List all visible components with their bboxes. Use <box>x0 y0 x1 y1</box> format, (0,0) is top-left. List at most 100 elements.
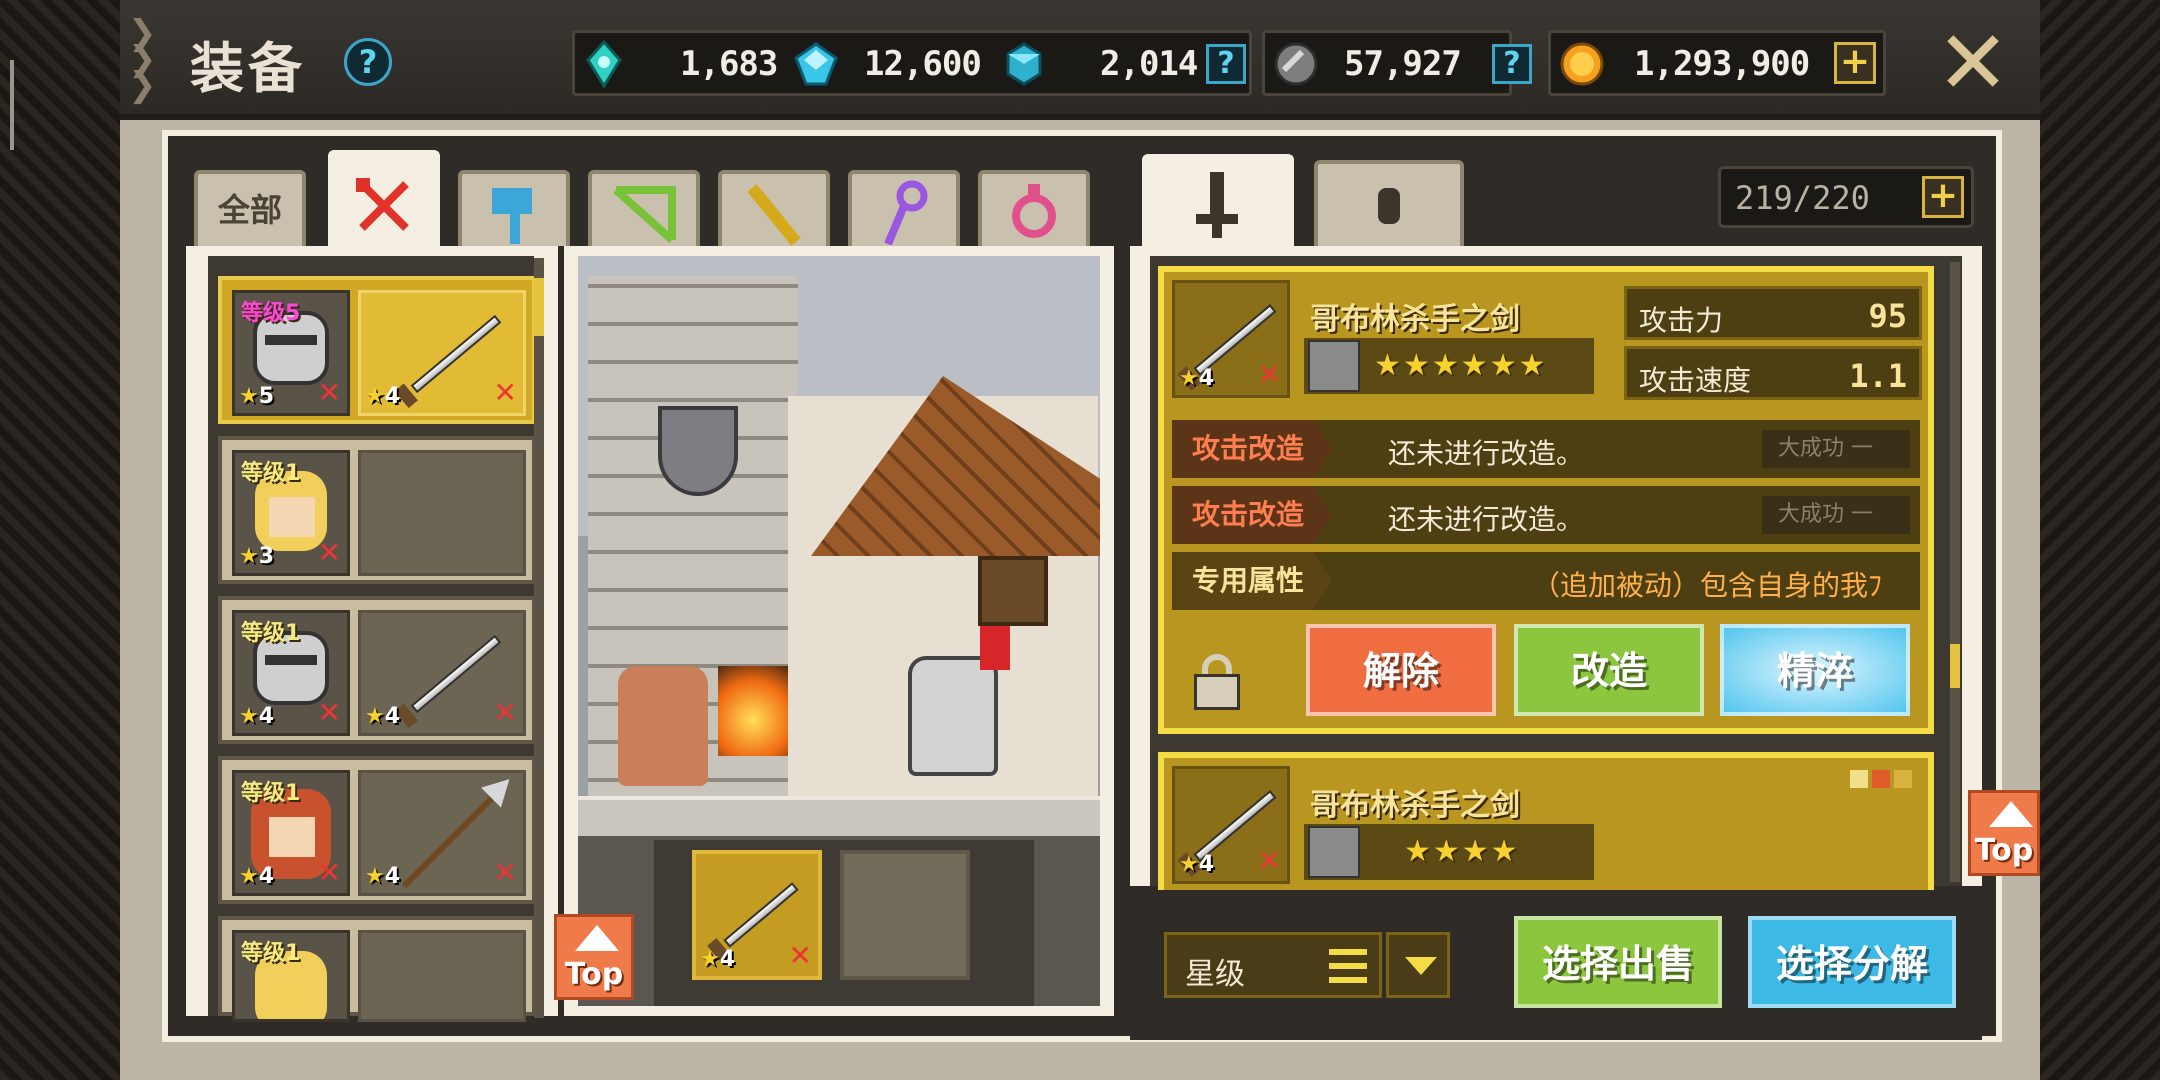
amulet-icon <box>1012 184 1056 238</box>
tab-staff[interactable] <box>848 170 960 246</box>
gauntlet-icon <box>1378 188 1400 224</box>
item-owner: ★★★★★★ <box>1304 338 1594 394</box>
tab-accessory[interactable] <box>1314 160 1464 248</box>
exclusive-attr-text: （追加被动）包含自身的我ﾌ <box>1532 569 1883 602</box>
item-list-scroll-thumb[interactable] <box>1950 644 1960 688</box>
tab-all[interactable]: 全部 <box>194 170 306 246</box>
hero-row[interactable]: 等级5 ★5 ✕ ★4 ✕ <box>218 276 536 424</box>
sword-class-icon: ✕ <box>317 856 341 889</box>
sort-dropdown[interactable]: 星级 <box>1164 932 1382 998</box>
sword-class-icon: ✕ <box>1257 844 1281 877</box>
hammer-icon <box>492 188 532 244</box>
exclusive-attr-label: 专用属性 <box>1172 552 1332 610</box>
exclusive-attr-row[interactable]: 专用属性 （追加被动）包含自身的我ﾌ <box>1172 552 1920 610</box>
item-stars: ★4 <box>1179 852 1215 877</box>
expand-capacity-button[interactable]: + <box>1922 176 1964 218</box>
sword-icon <box>723 882 799 948</box>
refine-button[interactable]: 精淬 <box>1720 624 1910 716</box>
scroll-top-button-right[interactable]: Top <box>1968 790 2040 876</box>
stat-attack-speed: 攻击速度 1.1 <box>1624 346 1922 400</box>
sword-icon <box>410 314 502 394</box>
select-dismantle-button[interactable]: 选择分解 <box>1748 916 1956 1008</box>
sort-label: 星级 <box>1185 957 1245 992</box>
release-button[interactable]: 解除 <box>1306 624 1496 716</box>
scroll-top-label: Top <box>1974 833 2034 868</box>
tab-hammer[interactable] <box>458 170 570 246</box>
cyan-help-button[interactable]: ? <box>1206 44 1246 84</box>
upgrade-indicators <box>1846 770 1916 790</box>
right-decor-band <box>2040 0 2160 1080</box>
tab-equipment[interactable] <box>1142 154 1294 248</box>
cyan-gem-icon <box>1000 40 1048 88</box>
knight-character <box>908 656 998 776</box>
hero-portrait-redhead: 等级1 ★4 ✕ <box>232 770 350 896</box>
scroll-top-button[interactable]: Top <box>554 914 634 1000</box>
hero-row[interactable]: 等级1 ★4 ✕ ★4 ✕ <box>218 756 536 904</box>
sword-class-icon: ✕ <box>493 696 517 729</box>
tab-bow[interactable] <box>588 170 700 246</box>
resource-value-ore: 57,927 <box>1344 44 1462 84</box>
blacksmith-character <box>618 666 708 786</box>
resource-value-gold: 1,293,900 <box>1634 44 1810 84</box>
equipped-weapon-slot[interactable]: ★4 ✕ <box>692 850 822 980</box>
tab-gun[interactable] <box>718 170 830 246</box>
iron-ore-icon <box>1272 40 1320 88</box>
owner-portrait <box>1308 340 1360 392</box>
weapon-slot[interactable]: ★4 ✕ <box>358 290 526 416</box>
hero-list-scroll[interactable]: 等级5 ★5 ✕ ★4 ✕ 等级1 ★3 ✕ 等级1 ★4 ✕ ★4 ✕ 等级1… <box>208 256 536 1022</box>
empty-equip-slot[interactable] <box>840 850 970 980</box>
hero-row[interactable]: 等级1 ★4 ✕ ★4 ✕ <box>218 596 536 744</box>
hero-star-count: 4 <box>258 864 275 889</box>
owner-portrait <box>1308 826 1360 878</box>
sword-class-icon: ✕ <box>317 696 341 729</box>
weapon-slot[interactable]: ★4 ✕ <box>358 770 526 896</box>
weapon-stars: ★4 <box>365 384 401 409</box>
lock-body <box>1194 674 1240 710</box>
stat-label: 攻击力 <box>1639 304 1724 337</box>
item-list-scrollbar[interactable] <box>1950 262 1960 882</box>
page-title: 装备 <box>190 37 306 100</box>
hero-stars: ★3 <box>239 544 275 569</box>
sword-upright-icon <box>1196 172 1238 238</box>
forge-scene: ★4 ✕ <box>564 246 1114 1016</box>
hero-list-scrollbar[interactable] <box>534 258 544 1018</box>
weapon-slot-empty[interactable] <box>358 450 526 576</box>
item-card[interactable]: ★4 ✕ 哥布林杀手之剑 ★★★★ <box>1158 752 1934 902</box>
selected-item-card[interactable]: ★4 ✕ 哥布林杀手之剑 ★★★★★★ 攻击力 95 攻击速度 1.1 攻击改造… <box>1158 266 1934 734</box>
close-button[interactable]: ✕ <box>1935 19 2011 107</box>
hero-level: 等级1 <box>241 941 301 966</box>
lock-icon[interactable] <box>1190 652 1244 712</box>
sword-class-icon: ✕ <box>788 939 812 972</box>
mod-text: 还未进行改造。 <box>1388 437 1585 470</box>
ore-help-button[interactable]: ? <box>1492 44 1532 84</box>
tab-amulet[interactable] <box>978 170 1090 246</box>
item-list-scroll[interactable]: ★4 ✕ 哥布林杀手之剑 ★★★★★★ 攻击力 95 攻击速度 1.1 攻击改造… <box>1150 256 1962 902</box>
weapon-slot[interactable]: ★4 ✕ <box>358 610 526 736</box>
sword-class-icon: ✕ <box>317 376 341 409</box>
mod-row: 攻击改造 还未进行改造。 大成功 一 <box>1172 486 1920 544</box>
weapon-star-count: 4 <box>384 864 401 889</box>
resource-value-cyan: 2,014 <box>1100 44 1198 84</box>
hero-level: 等级1 <box>241 461 301 486</box>
hero-row[interactable]: 等级1 ★3 ✕ <box>218 436 536 584</box>
left-decor-band <box>0 0 120 1080</box>
hero-row[interactable]: 等级1 <box>218 916 536 1022</box>
sword-icon <box>410 634 502 714</box>
tab-sword[interactable] <box>328 150 440 248</box>
item-star-count: 4 <box>1198 366 1215 391</box>
hero-list-scroll-thumb[interactable] <box>534 278 544 336</box>
owner-stars: ★★★★★★ <box>1374 348 1548 383</box>
reform-button[interactable]: 改造 <box>1514 624 1704 716</box>
shield-emblem-icon <box>658 406 738 496</box>
sword-class-icon: ✕ <box>493 376 517 409</box>
furnace-fire <box>718 666 788 756</box>
select-sell-button[interactable]: 选择出售 <box>1514 916 1722 1008</box>
item-icon: ★4 ✕ <box>1172 766 1290 884</box>
weapon-slot-empty[interactable] <box>358 930 526 1022</box>
help-button[interactable]: ? <box>344 38 392 86</box>
chevron-decor-icon: ❯ ❯ ❯ <box>128 13 157 105</box>
equipped-stars: ★4 <box>700 947 736 972</box>
add-gold-button[interactable]: + <box>1834 42 1876 84</box>
sort-direction-button[interactable] <box>1386 932 1450 998</box>
item-owner: ★★★★ <box>1304 824 1594 880</box>
